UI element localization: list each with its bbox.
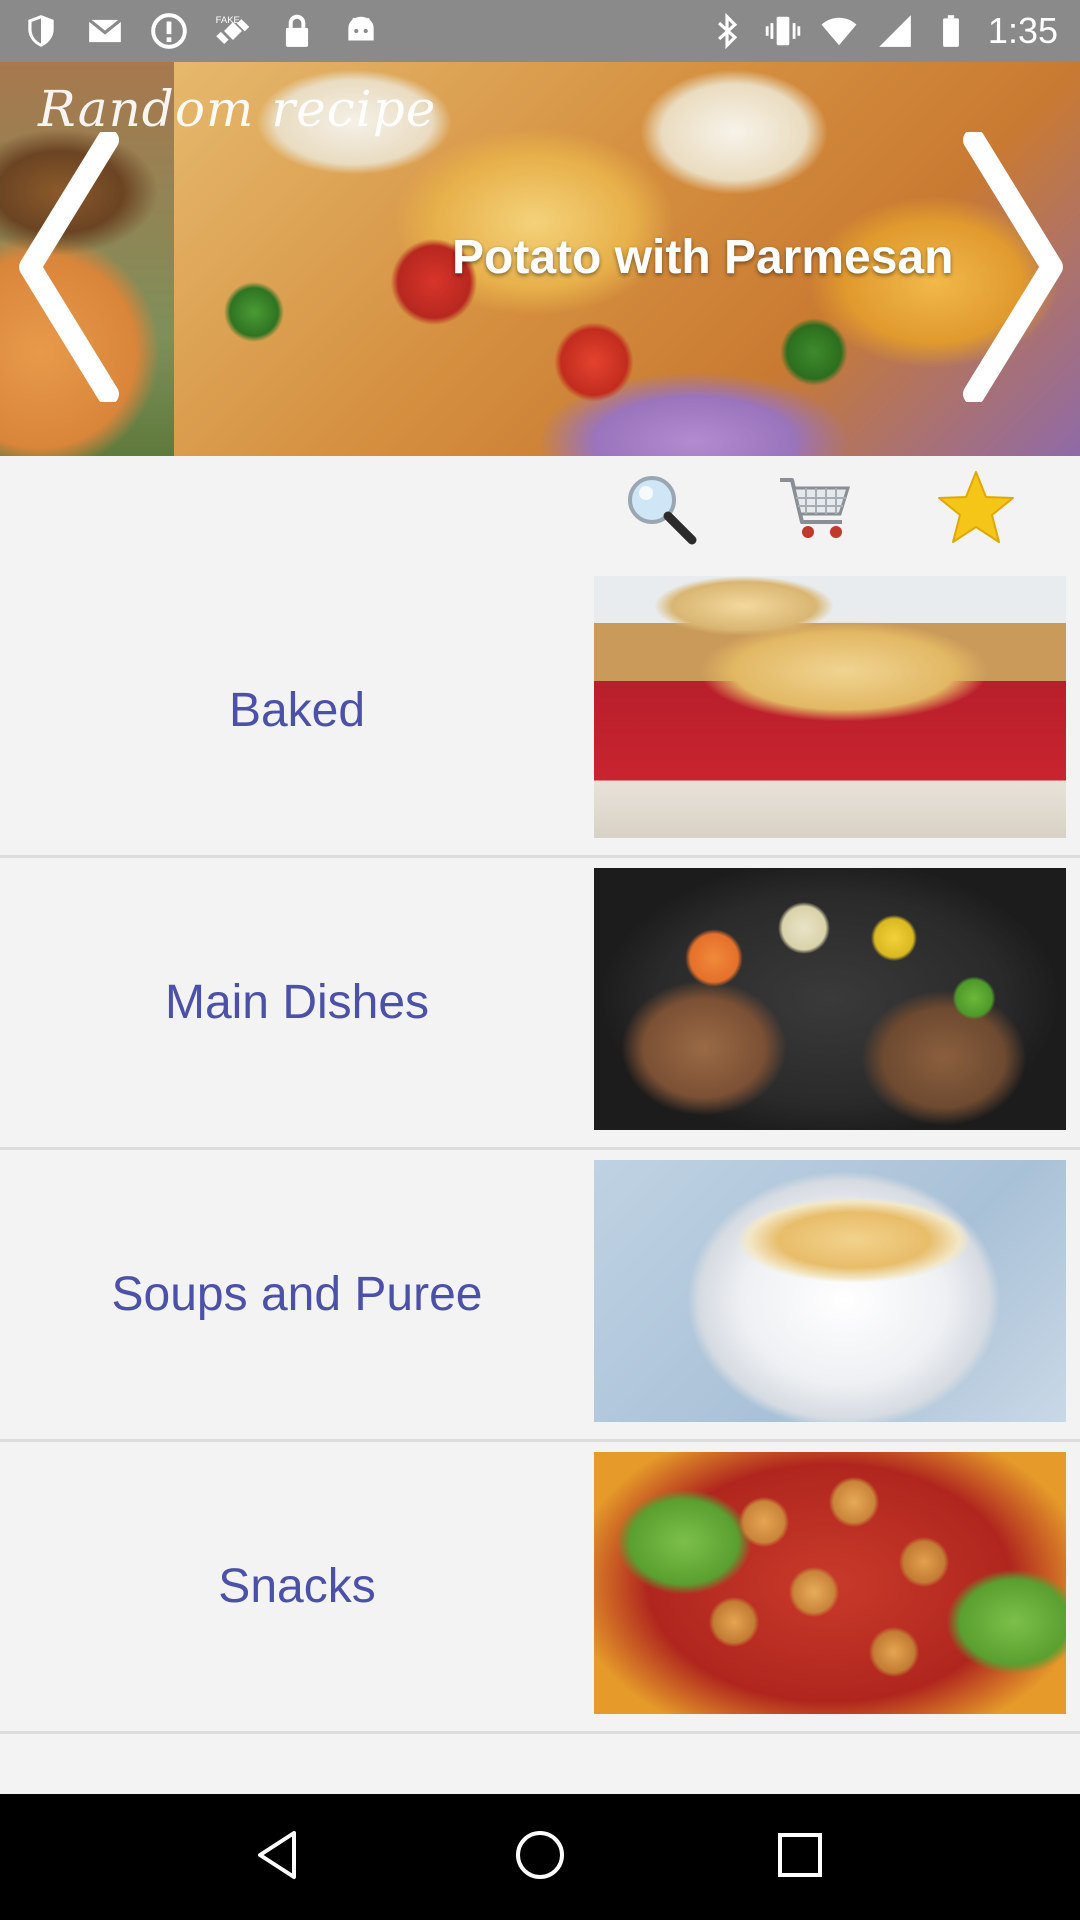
- battery-icon: [932, 12, 970, 50]
- signal-icon: [876, 12, 914, 50]
- category-item-main-dishes[interactable]: Main Dishes: [0, 858, 1080, 1150]
- back-triangle-icon: [250, 1825, 310, 1890]
- status-left-icons: FAKE: [22, 12, 380, 50]
- search-button[interactable]: [618, 468, 702, 552]
- wifi-icon: [820, 12, 858, 50]
- chevron-left-icon: [8, 129, 128, 405]
- category-item-snacks[interactable]: Snacks: [0, 1442, 1080, 1734]
- home-circle-icon: [510, 1825, 570, 1890]
- category-item-soups-and-puree[interactable]: Soups and Puree: [0, 1150, 1080, 1442]
- chevron-right-icon: [954, 129, 1074, 405]
- previous-recipe-button[interactable]: [8, 129, 128, 405]
- recents-square-icon: [770, 1825, 830, 1890]
- cart-button[interactable]: [774, 468, 858, 552]
- android-icon: [342, 12, 380, 50]
- category-item-baked[interactable]: Baked: [0, 566, 1080, 858]
- shield-icon: [22, 12, 60, 50]
- status-right-icons: 1:35: [708, 10, 1058, 52]
- category-label: Snacks: [218, 1560, 376, 1613]
- recents-button[interactable]: [765, 1822, 835, 1892]
- next-recipe-button[interactable]: [954, 129, 1074, 405]
- category-image: [594, 868, 1066, 1130]
- favorites-button[interactable]: [934, 468, 1018, 552]
- category-label: Soups and Puree: [111, 1268, 483, 1321]
- star-icon: [936, 468, 1016, 553]
- system-navigation-bar: [0, 1794, 1080, 1920]
- mail-icon: [86, 12, 124, 50]
- back-button[interactable]: [245, 1822, 315, 1892]
- category-list: Baked Main Dishes Soups and Puree Snacks: [0, 566, 1080, 1734]
- svg-text:FAKE: FAKE: [216, 15, 240, 26]
- bluetooth-icon: [708, 12, 746, 50]
- banner-label: Random recipe: [38, 80, 437, 138]
- status-time: 1:35: [987, 10, 1058, 51]
- fake-gps-icon: FAKE: [214, 12, 252, 50]
- cart-icon: [776, 468, 856, 553]
- category-image: [594, 576, 1066, 838]
- home-button[interactable]: [505, 1822, 575, 1892]
- category-image: [594, 1452, 1066, 1714]
- random-recipe-banner[interactable]: Random recipe Potato with Parmesan: [0, 62, 1080, 456]
- category-label: Baked: [228, 684, 366, 737]
- category-image: [594, 1160, 1066, 1422]
- lock-icon: [278, 12, 316, 50]
- status-bar: FAKE 1:35: [0, 0, 1080, 62]
- toolbar: [0, 456, 1080, 566]
- search-icon: [620, 468, 700, 553]
- vibrate-icon: [764, 12, 802, 50]
- alert-circle-icon: [150, 12, 188, 50]
- recipe-title[interactable]: Potato with Parmesan: [452, 230, 953, 285]
- category-label: Main Dishes: [164, 976, 430, 1029]
